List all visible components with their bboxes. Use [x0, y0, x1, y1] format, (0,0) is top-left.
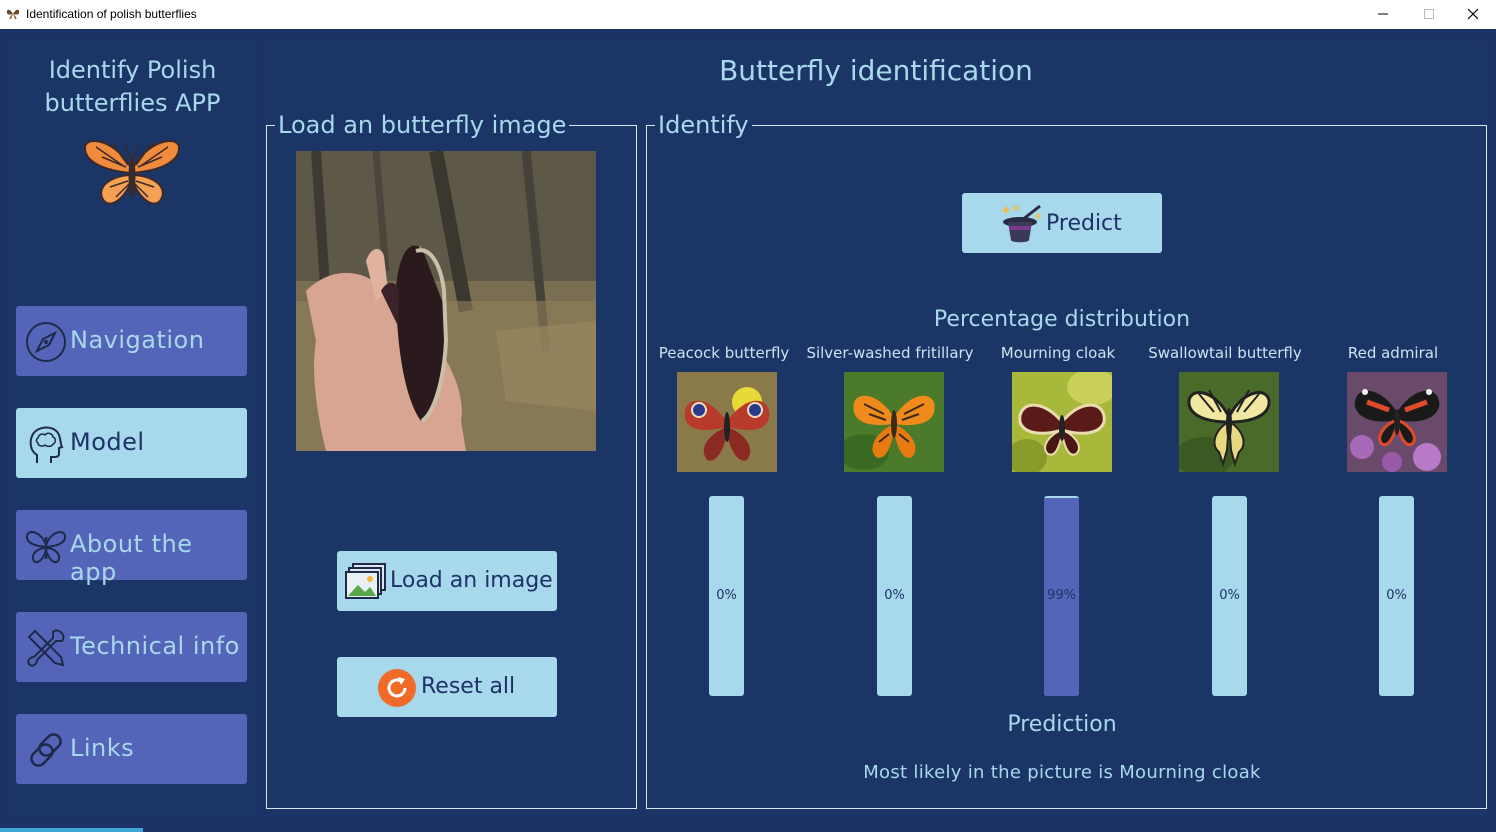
refresh-icon: [378, 669, 416, 707]
nav-model-label: Model: [70, 428, 145, 456]
taskbar-strip: [0, 826, 1496, 832]
images-icon: [345, 563, 386, 599]
nav-links-label: Links: [70, 734, 135, 762]
butterfly-icon: [25, 531, 67, 564]
probability-bar-swallowtail: 0%: [1212, 496, 1247, 696]
class-label-mourning-cloak: Mourning cloak: [1000, 344, 1116, 362]
thumb-silver-washed: [844, 372, 944, 472]
close-button[interactable]: [1450, 0, 1496, 29]
class-label-silver-washed: Silver-washed fritillary: [806, 344, 974, 362]
nav-links-button[interactable]: Links: [16, 714, 247, 784]
thumb-peacock: [677, 372, 777, 472]
app-name-line1: Identify Polish: [48, 56, 217, 84]
probability-label-swallowtail: 0%: [1219, 588, 1240, 603]
page-title: Butterfly identification: [719, 54, 1033, 87]
nav-technical-label: Technical info: [70, 632, 240, 660]
thumb-swallowtail: [1179, 372, 1279, 472]
probability-bar-peacock: 0%: [709, 496, 744, 696]
distribution-title: Percentage distribution: [933, 307, 1191, 332]
reset-all-button[interactable]: Reset all: [337, 657, 557, 717]
probability-label-silver-washed: 0%: [884, 588, 905, 603]
nav-about-label: About the app: [70, 530, 193, 586]
load-image-title: Load an butterfly image: [275, 110, 570, 140]
load-image-label: Load an image: [390, 568, 553, 593]
class-label-swallowtail: Swallowtail butterfly: [1148, 344, 1302, 362]
nav-navigation-label: Navigation: [70, 326, 205, 354]
close-icon: [1467, 8, 1479, 20]
maximize-icon: [1424, 9, 1434, 19]
link-icon: [30, 733, 62, 767]
probability-bar-silver-washed: 0%: [877, 496, 912, 696]
probability-label-peacock: 0%: [716, 588, 737, 603]
class-label-peacock: Peacock butterfly: [658, 344, 790, 362]
reset-all-label: Reset all: [421, 674, 516, 699]
magic-hat-icon: [1000, 204, 1042, 243]
minimize-icon: [1378, 13, 1388, 15]
identify-groupbox: Identify Predict Percentage distribution…: [646, 110, 1487, 809]
nav-about-button[interactable]: About the app: [16, 510, 247, 586]
probability-bar-red-admiral: 0%: [1379, 496, 1414, 696]
prediction-result: Most likely in the picture is Mourning c…: [863, 762, 1261, 783]
app-name-line2: butterflies APP: [44, 89, 221, 117]
compass-icon: [26, 322, 66, 362]
app-name: Identify Polish butterflies APP: [7, 54, 258, 120]
identify-title: Identify: [655, 110, 752, 140]
predict-button[interactable]: Predict: [962, 193, 1162, 253]
loaded-butterfly-image: [296, 151, 596, 451]
window-titlebar: Identification of polish butterflies: [0, 0, 1496, 29]
probability-label-mourning-cloak: 99%: [1047, 588, 1076, 603]
butterfly-logo: [83, 139, 181, 205]
load-image-groupbox: Load an butterfly image Load an image Re…: [266, 110, 637, 809]
maximize-button[interactable]: [1406, 0, 1452, 29]
minimize-button[interactable]: [1360, 0, 1406, 29]
nav-navigation-button[interactable]: Navigation: [16, 306, 247, 376]
nav-technical-button[interactable]: Technical info: [16, 612, 247, 682]
main-panel: Butterfly identification Load an butterf…: [265, 39, 1487, 819]
prediction-title: Prediction: [1007, 712, 1117, 737]
taskbar-accent: [0, 828, 143, 832]
tools-icon: [27, 629, 65, 667]
probability-bar-mourning-cloak: 99%: [1044, 496, 1079, 696]
window-title: Identification of polish butterflies: [26, 7, 197, 21]
thumb-red-admiral: [1347, 372, 1447, 472]
predict-label: Predict: [1046, 211, 1122, 236]
brain-head-icon: [29, 426, 64, 463]
class-label-red-admiral: Red admiral: [1347, 344, 1439, 362]
load-image-button[interactable]: Load an image: [337, 551, 557, 611]
probability-label-red-admiral: 0%: [1386, 588, 1407, 603]
nav-model-button[interactable]: Model: [16, 408, 247, 478]
butterfly-icon: [6, 9, 20, 20]
sidebar: Identify Polish butterflies APP Navigati…: [7, 39, 258, 819]
thumb-mourning-cloak: [1012, 372, 1112, 472]
